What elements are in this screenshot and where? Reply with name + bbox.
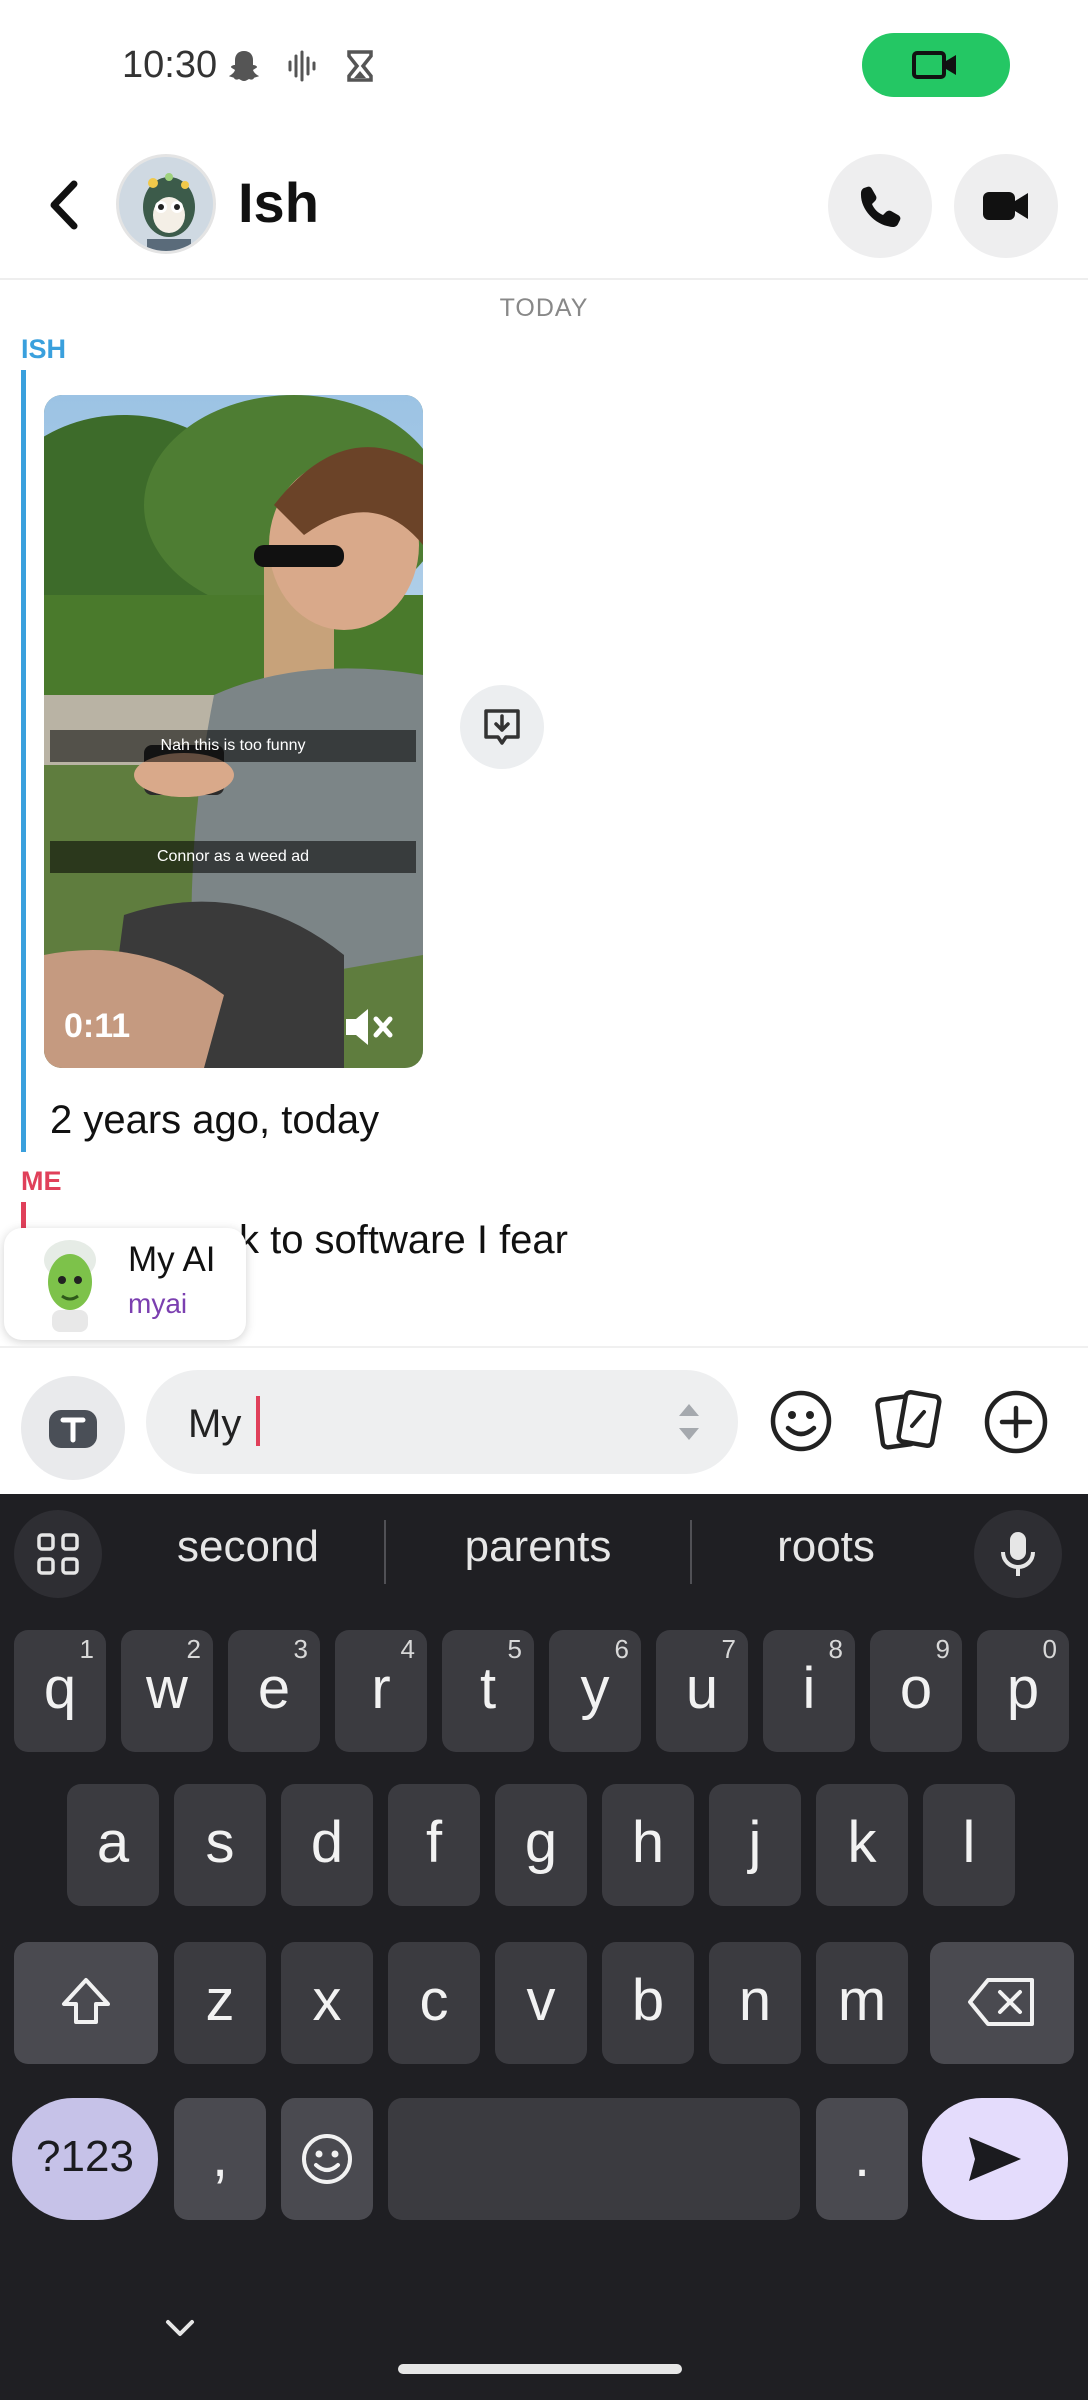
key-k[interactable]: k [816, 1784, 908, 1906]
key-g[interactable]: g [495, 1784, 587, 1906]
key-e[interactable]: e3 [228, 1630, 320, 1752]
suggestion-strip: second parents roots [0, 1494, 1088, 1612]
chat-area[interactable]: TODAY ISH Nah this is too funny Connor a… [0, 280, 1088, 1346]
key-x[interactable]: x [281, 1942, 373, 2064]
key-p[interactable]: p0 [977, 1630, 1069, 1752]
keyboard-menu-button[interactable] [14, 1510, 102, 1598]
period-key[interactable]: . [816, 2098, 908, 2220]
emoji-face-icon[interactable] [768, 1388, 834, 1459]
key-c[interactable]: c [388, 1942, 480, 2064]
video-snap-thumbnail[interactable]: Nah this is too funny Connor as a weed a… [44, 395, 423, 1068]
plus-circle-icon[interactable] [982, 1388, 1050, 1461]
home-indicator[interactable] [398, 2364, 682, 2374]
status-bar: 10:30 [0, 0, 1088, 130]
suggestion-divider [384, 1520, 386, 1584]
key-y[interactable]: y6 [549, 1630, 641, 1752]
suggestion-username: myai [128, 1288, 188, 1319]
backspace-key[interactable] [930, 1942, 1074, 2064]
shift-arrow-icon [62, 1978, 110, 2024]
suggestion-display-name: My AI [128, 1240, 216, 1279]
back-button[interactable] [30, 170, 100, 240]
video-camera-icon [983, 192, 1028, 220]
key-b[interactable]: b [602, 1942, 694, 2064]
key-l[interactable]: l [923, 1784, 1015, 1906]
sender-label-me: ME [21, 1166, 62, 1196]
expand-arrows-icon[interactable] [674, 1400, 704, 1444]
key-d[interactable]: d [281, 1784, 373, 1906]
emoji-face-icon [302, 2134, 352, 2184]
status-time: 10:30 [122, 44, 218, 86]
comma-key[interactable]: , [174, 2098, 266, 2220]
text-cursor [256, 1396, 260, 1446]
send-arrow-icon [969, 2137, 1021, 2181]
contact-avatar[interactable] [116, 154, 216, 254]
video-caption: Connor as a weed ad [50, 841, 416, 873]
voice-call-button[interactable] [828, 154, 932, 258]
key-u[interactable]: u7 [656, 1630, 748, 1752]
video-camera-icon [912, 51, 956, 79]
key-z[interactable]: z [174, 1942, 266, 2064]
emoji-key[interactable] [281, 2098, 373, 2220]
chat-input-value: My [188, 1402, 242, 1446]
message-group-bar [21, 370, 26, 1152]
key-n[interactable]: n [709, 1942, 801, 2064]
key-v[interactable]: v [495, 1942, 587, 2064]
keyboard-collapse-button[interactable] [162, 2316, 198, 2345]
key-a[interactable]: a [67, 1784, 159, 1906]
key-s[interactable]: s [174, 1784, 266, 1906]
screen: 10:30 Ish TODAY ISH Nah this is too funn… [0, 0, 1088, 2400]
speaker-muted-icon[interactable] [342, 1003, 398, 1056]
chat-message-text[interactable]: 2 years ago, today [50, 1098, 379, 1143]
soft-keyboard: second parents roots q1 w2 e3 r4 t5 y6 u… [0, 1494, 1088, 2400]
my-ai-avatar [44, 1240, 96, 1332]
key-r[interactable]: r4 [335, 1630, 427, 1752]
key-o[interactable]: o9 [870, 1630, 962, 1752]
mention-suggestion[interactable]: My AI myai [4, 1228, 246, 1340]
grid-icon [37, 1533, 79, 1575]
suggestion-word[interactable]: parents [408, 1522, 668, 1572]
voice-input-button[interactable] [974, 1510, 1062, 1598]
suggestion-divider [690, 1520, 692, 1584]
chat-input[interactable]: My [146, 1370, 738, 1474]
chevron-down-icon [166, 2320, 194, 2336]
key-q[interactable]: q1 [14, 1630, 106, 1752]
key-i[interactable]: i8 [763, 1630, 855, 1752]
space-key[interactable] [388, 2098, 800, 2220]
contact-name[interactable]: Ish [238, 170, 319, 235]
video-caption: Nah this is too funny [50, 730, 416, 762]
ongoing-call-pill[interactable] [862, 33, 1010, 97]
save-to-chat-icon [484, 709, 520, 745]
shift-key[interactable] [14, 1942, 158, 2064]
video-duration: 0:11 [64, 1007, 131, 1045]
phone-icon [860, 186, 901, 227]
symbols-key[interactable]: ?123 [12, 2098, 158, 2220]
key-w[interactable]: w2 [121, 1630, 213, 1752]
backspace-icon [968, 1978, 1034, 2026]
hourglass-icon [342, 48, 378, 84]
key-h[interactable]: h [602, 1784, 694, 1906]
message-composer: My [0, 1346, 1088, 1494]
text-camera-button[interactable] [21, 1376, 125, 1480]
date-separator: TODAY [499, 294, 589, 322]
save-in-chat-button[interactable] [460, 685, 544, 769]
sticker-cards-icon[interactable] [874, 1388, 942, 1459]
snapchat-ghost-icon [226, 48, 262, 84]
voice-wave-icon [284, 48, 320, 84]
send-key[interactable] [922, 2098, 1068, 2220]
suggestion-word[interactable]: second [118, 1522, 378, 1572]
key-f[interactable]: f [388, 1784, 480, 1906]
text-camera-icon [49, 1410, 97, 1448]
suggestion-word[interactable]: roots [696, 1522, 956, 1572]
key-t[interactable]: t5 [442, 1630, 534, 1752]
key-m[interactable]: m [816, 1942, 908, 2064]
chevron-left-icon [50, 180, 78, 230]
video-call-button[interactable] [954, 154, 1058, 258]
key-j[interactable]: j [709, 1784, 801, 1906]
sender-label-ish: ISH [21, 334, 67, 364]
chat-header: Ish [0, 130, 1088, 280]
microphone-icon [1001, 1532, 1035, 1576]
